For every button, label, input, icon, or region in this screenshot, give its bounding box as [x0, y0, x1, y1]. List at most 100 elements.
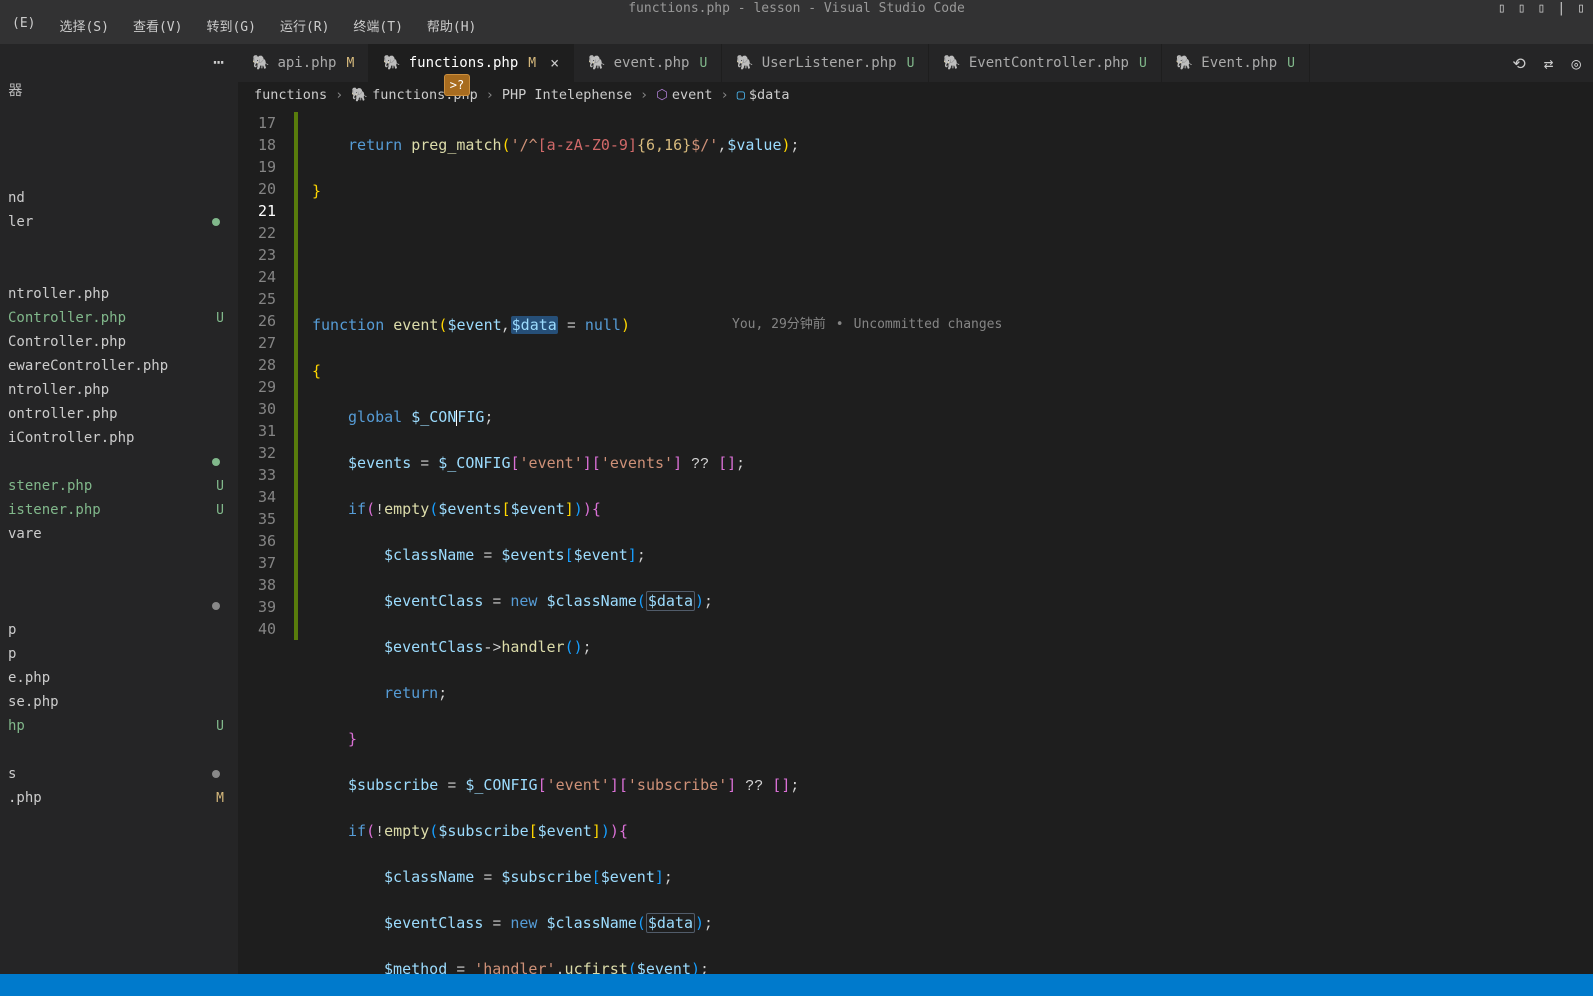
file-modified-dot	[212, 218, 220, 226]
line-number: 38	[238, 574, 276, 596]
tab-status-badge: U	[907, 56, 915, 71]
variable-icon: ▢	[737, 87, 745, 103]
line-number: 30	[238, 398, 276, 420]
editor-tab[interactable]: 🐘api.phpM	[238, 44, 369, 82]
file-explorer-item[interactable]: p	[0, 642, 238, 666]
menu-item[interactable]: 运行(R)	[276, 16, 333, 35]
line-number: 29	[238, 376, 276, 398]
file-explorer-item[interactable]: nd	[0, 186, 238, 210]
timeline-icon[interactable]: ⟲	[1512, 54, 1525, 73]
code-line-21: function event($event,$data = null)You, …	[312, 314, 1593, 338]
editor-tab[interactable]: 🐘functions.phpM×	[369, 44, 574, 82]
breadcrumb-provider[interactable]: PHP Intelephense	[502, 87, 632, 103]
file-explorer-item[interactable]: p	[0, 618, 238, 642]
php-file-icon: 🐘	[943, 55, 960, 71]
file-explorer-item[interactable]	[0, 570, 238, 594]
code-line-33: $className = $subscribe[$event];	[312, 866, 1593, 890]
panel-sep: |	[1557, 1, 1565, 16]
code-line-31: $subscribe = $_CONFIG['event']['subscrib…	[312, 774, 1593, 798]
menu-item[interactable]: 选择(S)	[55, 16, 112, 35]
breadcrumb-variable[interactable]: $data	[749, 87, 790, 103]
menu-item[interactable]: 终端(T)	[349, 16, 406, 35]
code-line-34: $eventClass = new $className($data);	[312, 912, 1593, 936]
file-explorer-item[interactable]: Controller.phpU	[0, 306, 238, 330]
file-explorer-item[interactable]: ontroller.php	[0, 402, 238, 426]
line-number: 24	[238, 266, 276, 288]
file-explorer-item[interactable]: e.php	[0, 666, 238, 690]
file-explorer-item[interactable]: Controller.php	[0, 330, 238, 354]
file-explorer-item[interactable]: se.php	[0, 690, 238, 714]
file-explorer-item[interactable]	[0, 738, 238, 762]
error-line-marker[interactable]: >?	[444, 74, 470, 96]
file-explorer-item[interactable]: ntroller.php	[0, 378, 238, 402]
file-explorer-item[interactable]	[0, 234, 238, 258]
editor-tab[interactable]: 🐘event.phpU	[574, 44, 722, 82]
line-number: 22	[238, 222, 276, 244]
menu-item[interactable]: 转到(G)	[202, 16, 259, 35]
tab-label: api.php	[277, 55, 336, 71]
diff-icon[interactable]: ⇄	[1544, 54, 1554, 73]
chevron-right-icon: ›	[721, 87, 729, 103]
line-number: 34	[238, 486, 276, 508]
file-explorer-item[interactable]: stener.phpU	[0, 474, 238, 498]
editor-tab[interactable]: 🐘 Event.php U	[1162, 44, 1310, 82]
file-explorer-item[interactable]: ewareController.php	[0, 354, 238, 378]
breadcrumb-function[interactable]: event	[672, 87, 713, 103]
code-line-19	[312, 226, 1593, 248]
line-number: 21	[238, 200, 276, 222]
line-numbers: 1718192021222324252627282930313233343536…	[238, 108, 294, 974]
file-explorer-item[interactable]: iController.php	[0, 426, 238, 450]
breadcrumb-folder[interactable]: functions	[254, 87, 327, 103]
window-title: functions.php - lesson - Visual Studio C…	[628, 1, 965, 16]
code-content[interactable]: return preg_match('/^[a-zA-Z0-9]{6,16}$/…	[294, 108, 1593, 974]
menu-item[interactable]: 查看(V)	[129, 16, 186, 35]
panel-bottom-icon[interactable]: ▯	[1518, 1, 1526, 16]
panel-left-icon[interactable]: ▯	[1498, 1, 1506, 16]
line-number: 20	[238, 178, 276, 200]
php-file-icon: 🐘	[1176, 55, 1193, 71]
php-file-icon: 🐘	[351, 87, 368, 103]
breadcrumbs[interactable]: functions › 🐘 functions.php › PHP Intele…	[238, 82, 1593, 108]
title-bar: functions.php - lesson - Visual Studio C…	[0, 0, 1593, 16]
file-explorer-item[interactable]: ler	[0, 210, 238, 234]
tab-status-badge: U	[1287, 56, 1295, 71]
line-number: 39	[238, 596, 276, 618]
code-editor[interactable]: 1718192021222324252627282930313233343536…	[238, 108, 1593, 974]
line-number: 36	[238, 530, 276, 552]
file-explorer-item[interactable]: istener.phpU	[0, 498, 238, 522]
file-explorer-item[interactable]	[0, 258, 238, 282]
file-explorer-item[interactable]	[0, 450, 238, 474]
explorer-sidebar: ⋯ 器 ndlerntroller.phpController.phpUCont…	[0, 44, 238, 974]
line-number: 17	[238, 112, 276, 134]
file-explorer-item[interactable]: .phpM	[0, 786, 238, 810]
panel-right-icon[interactable]: ▯	[1538, 1, 1546, 16]
code-line-25: if(!empty($events[$event])){	[312, 498, 1593, 522]
tab-label: Event.php	[1201, 55, 1277, 71]
layout-customize-icon[interactable]: ▯	[1577, 1, 1585, 16]
tab-status-badge: M	[346, 56, 354, 71]
status-bar[interactable]	[0, 974, 1593, 996]
menu-item[interactable]: 帮助(H)	[423, 16, 480, 35]
editor-tab[interactable]: 🐘EventController.phpU	[929, 44, 1161, 82]
line-number: 28	[238, 354, 276, 376]
more-actions-icon[interactable]: ⋯	[213, 52, 226, 73]
editor-tab[interactable]: 🐘UserListener.phpU	[722, 44, 929, 82]
file-explorer-item[interactable]: s	[0, 762, 238, 786]
file-explorer-item[interactable]: ntroller.php	[0, 282, 238, 306]
tab-status-badge: M	[528, 56, 536, 71]
git-codelens[interactable]: You, 29分钟前•Uncommitted changes	[732, 314, 1002, 336]
file-explorer-item[interactable]: hpU	[0, 714, 238, 738]
file-status-badge: U	[216, 479, 224, 494]
code-line-27: $eventClass = new $className($data);	[312, 590, 1593, 614]
file-explorer-item[interactable]	[0, 546, 238, 570]
close-icon[interactable]: ×	[550, 54, 559, 72]
file-explorer-item[interactable]: vare	[0, 522, 238, 546]
file-explorer-item[interactable]	[0, 594, 238, 618]
code-line-30: }	[312, 728, 1593, 752]
menu-item[interactable]: (E)	[8, 16, 39, 31]
more-icon[interactable]: ◎	[1571, 54, 1581, 73]
layout-icons: ▯ ▯ ▯ | ▯	[1498, 1, 1585, 16]
code-line-26: $className = $events[$event];	[312, 544, 1593, 568]
code-line-35: $method = 'handler'.ucfirst($event);	[312, 958, 1593, 974]
editor-area: 🐘api.phpM🐘functions.phpM×🐘event.phpU🐘Use…	[238, 44, 1593, 974]
